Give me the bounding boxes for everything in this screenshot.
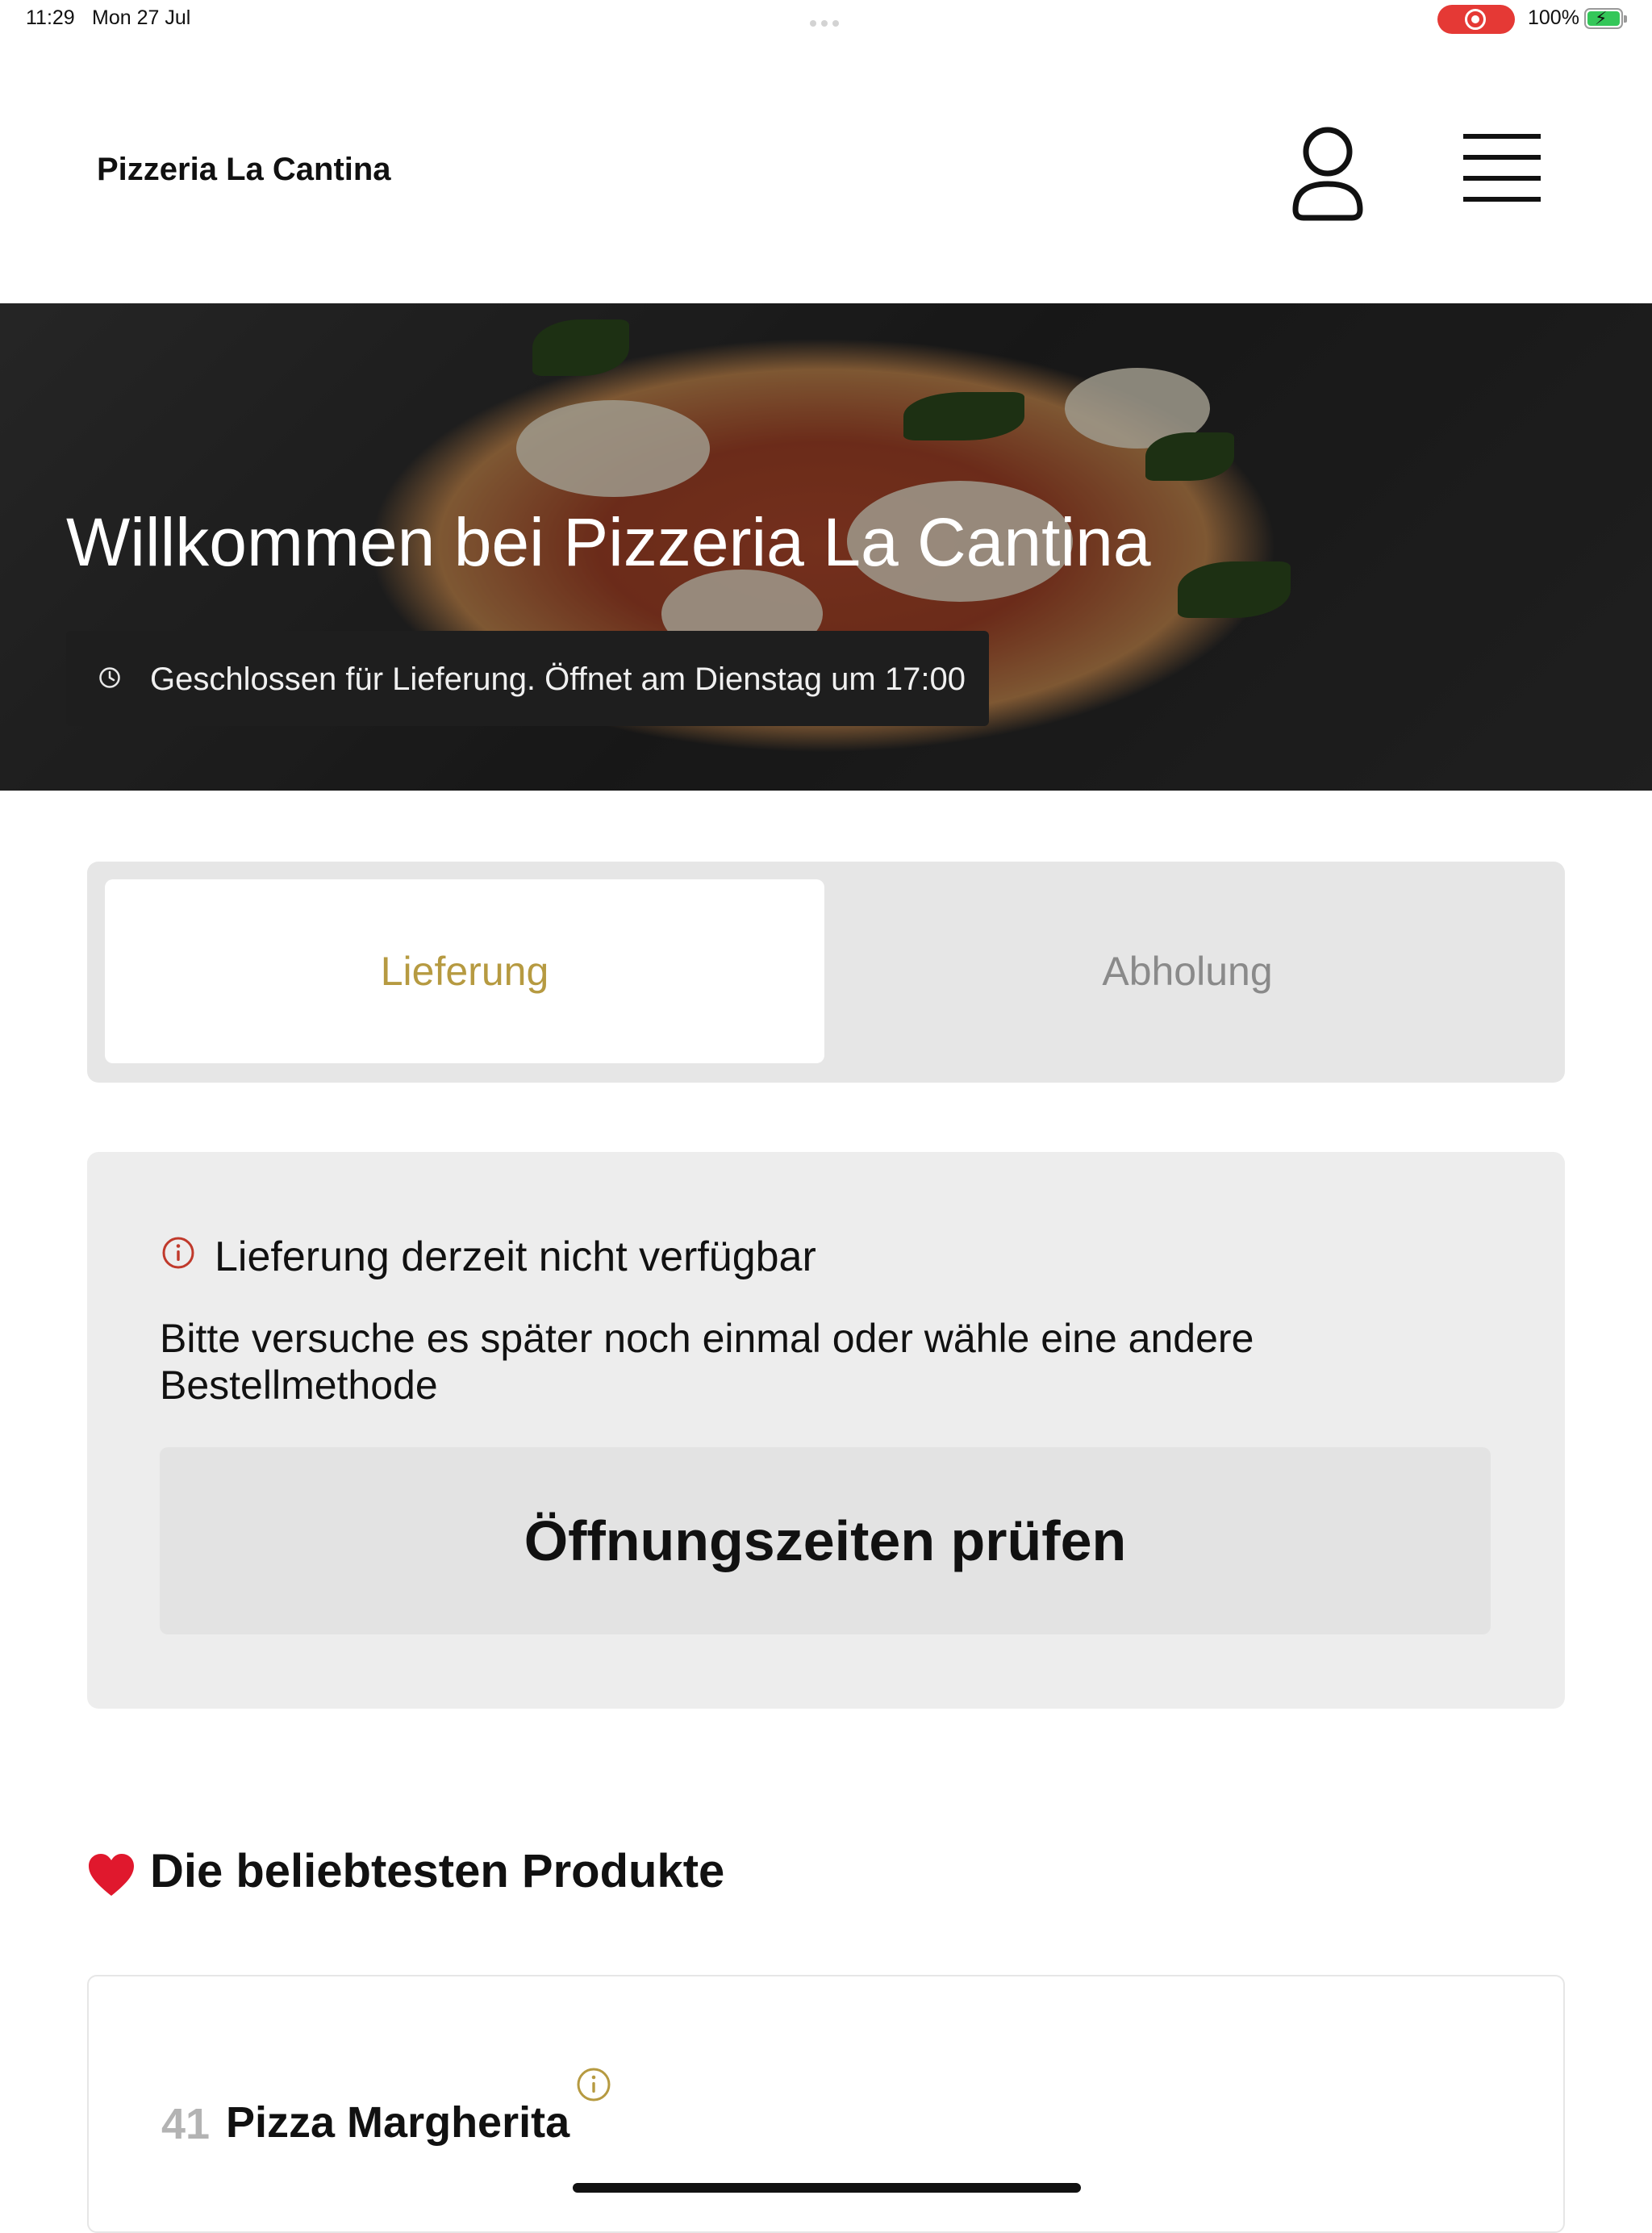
clock-icon <box>99 667 120 688</box>
multitasking-dots-icon[interactable] <box>810 16 844 27</box>
notice-body: Bitte versuche es später noch einmal ode… <box>160 1316 1254 1408</box>
status-bar: 11:29 Mon 27 Jul 100% ⚡ <box>0 0 1652 39</box>
heart-icon <box>89 1853 134 1896</box>
opening-status-text: Geschlossen für Lieferung. Öffnet am Die… <box>150 662 966 697</box>
order-mode-toggle: Lieferung Abholung <box>87 862 1565 1083</box>
product-number: 41 <box>161 2100 211 2148</box>
hero-banner: Willkommen bei Pizzeria La Cantina Gesch… <box>0 303 1652 791</box>
opening-status-badge: Geschlossen für Lieferung. Öffnet am Die… <box>66 631 989 726</box>
status-time: 11:29 <box>26 6 75 29</box>
delivery-unavailable-notice: Lieferung derzeit nicht verfügbar Bitte … <box>87 1152 1565 1709</box>
popular-heading-text: Die beliebtesten Produkte <box>150 1845 725 1897</box>
battery-icon: ⚡ <box>1584 8 1627 29</box>
notice-title: Lieferung derzeit nicht verfügbar <box>215 1233 816 1280</box>
check-opening-hours-button[interactable]: Öffnungszeiten prüfen <box>160 1447 1491 1634</box>
site-header: Pizzeria La Cantina <box>0 39 1652 303</box>
battery-percentage: 100% <box>1528 6 1579 29</box>
screen-recording-icon[interactable] <box>1437 5 1515 34</box>
brand-name[interactable]: Pizzeria La Cantina <box>97 152 391 188</box>
product-name: Pizza Margherita <box>226 2098 570 2147</box>
tab-lieferung[interactable]: Lieferung <box>105 879 824 1063</box>
product-card[interactable]: 41 Pizza Margherita <box>87 1975 1565 2233</box>
home-indicator[interactable] <box>573 2183 1081 2193</box>
user-icon[interactable] <box>1287 123 1368 223</box>
info-icon <box>162 1237 194 1269</box>
hamburger-menu-icon[interactable] <box>1462 134 1542 215</box>
popular-products-heading: Die beliebtesten Produkte <box>87 1844 724 1898</box>
status-date: Mon 27 Jul <box>92 6 191 29</box>
tab-abholung[interactable]: Abholung <box>828 879 1547 1063</box>
info-icon[interactable] <box>576 2067 611 2102</box>
hero-title: Willkommen bei Pizzeria La Cantina <box>66 504 1151 580</box>
